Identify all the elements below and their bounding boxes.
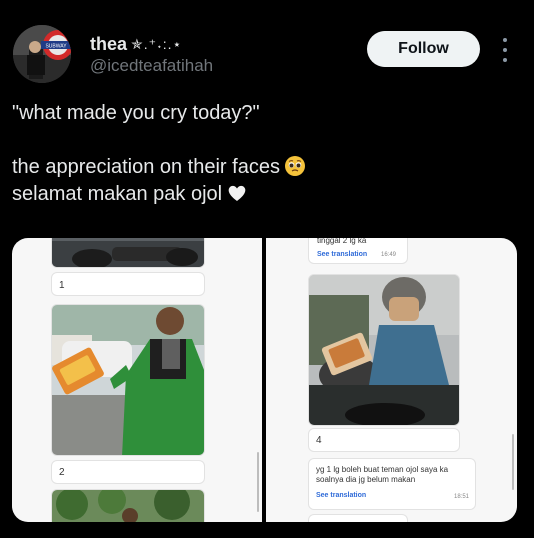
tweet-line-3: selamat makan pak ojol: [12, 183, 223, 205]
photo-trees: [52, 490, 204, 522]
tweet-line-1: "what made you cry today?": [12, 102, 260, 124]
media-image-right[interactable]: tinggal 2 lg ka See translation 16:49 4 …: [266, 238, 517, 522]
photo-driver-green-jacket: [52, 305, 204, 455]
avatar-photo: SUBWAY: [13, 25, 71, 83]
message-card-partial: [308, 514, 408, 522]
more-icon[interactable]: [497, 38, 513, 62]
caption-card-2: 2: [51, 460, 205, 484]
pleading-face-icon: [284, 156, 305, 176]
tweet-text: "what made you cry today?" the appreciat…: [12, 100, 522, 208]
item-number-2: 2: [59, 467, 65, 478]
photo-card-2: [51, 304, 205, 456]
message-line-1: yg 1 lg boleh buat teman ojol saya ka: [316, 465, 449, 474]
more-dot: [503, 58, 507, 62]
white-heart-icon: [228, 185, 246, 201]
message-card-top: tinggal 2 lg ka See translation 16:49: [308, 238, 408, 264]
photo-driver-helmet: [309, 275, 459, 425]
display-name[interactable]: thea: [90, 34, 127, 55]
scrollbar[interactable]: [257, 452, 259, 512]
item-number-4: 4: [316, 435, 322, 446]
message-text-top: tinggal 2 lg ka: [317, 238, 367, 245]
name-sparkles: ✯.⁺˖:.⋆: [131, 36, 183, 52]
see-translation-link[interactable]: See translation: [316, 492, 366, 499]
tweet-line-2-wrap: the appreciation on their faces: [12, 154, 522, 181]
tweet-post: SUBWAY thea ✯.⁺˖:.⋆ @icedteafatihah Foll…: [0, 0, 534, 538]
tweet-line-3-wrap: selamat makan pak ojol: [12, 181, 522, 208]
more-dot: [503, 38, 507, 42]
follow-button[interactable]: Follow: [367, 31, 480, 67]
avatar-sign-text: SUBWAY: [45, 44, 67, 50]
avatar[interactable]: SUBWAY: [13, 25, 71, 83]
photo-card-3: [51, 489, 205, 522]
message-time-top: 16:49: [381, 252, 397, 258]
caption-card-4: 4: [308, 428, 460, 452]
see-translation-link[interactable]: See translation: [317, 251, 367, 258]
item-number-1: 1: [59, 280, 65, 291]
photo-card-4: [308, 274, 460, 426]
message-time-bottom: 18:51: [454, 494, 470, 500]
media-image-left[interactable]: 1 2: [12, 238, 262, 522]
photo-motorbike: [52, 238, 204, 267]
author-handle[interactable]: @icedteafatihah: [90, 56, 213, 76]
media-grid[interactable]: 1 2 tinggal 2 lg ka See translation 16:4…: [12, 238, 517, 522]
photo-card-1: [51, 238, 205, 268]
more-dot: [503, 48, 507, 52]
scrollbar[interactable]: [512, 434, 514, 490]
caption-card-1: 1: [51, 272, 205, 296]
author-name-row[interactable]: thea ✯.⁺˖:.⋆: [90, 34, 182, 55]
message-line-2: soalnya dia jg belum makan: [316, 475, 416, 484]
tweet-line-2: the appreciation on their faces: [12, 156, 280, 178]
message-card-bottom: yg 1 lg boleh buat teman ojol saya ka so…: [308, 458, 476, 510]
tweet-blank-line: [12, 127, 522, 154]
